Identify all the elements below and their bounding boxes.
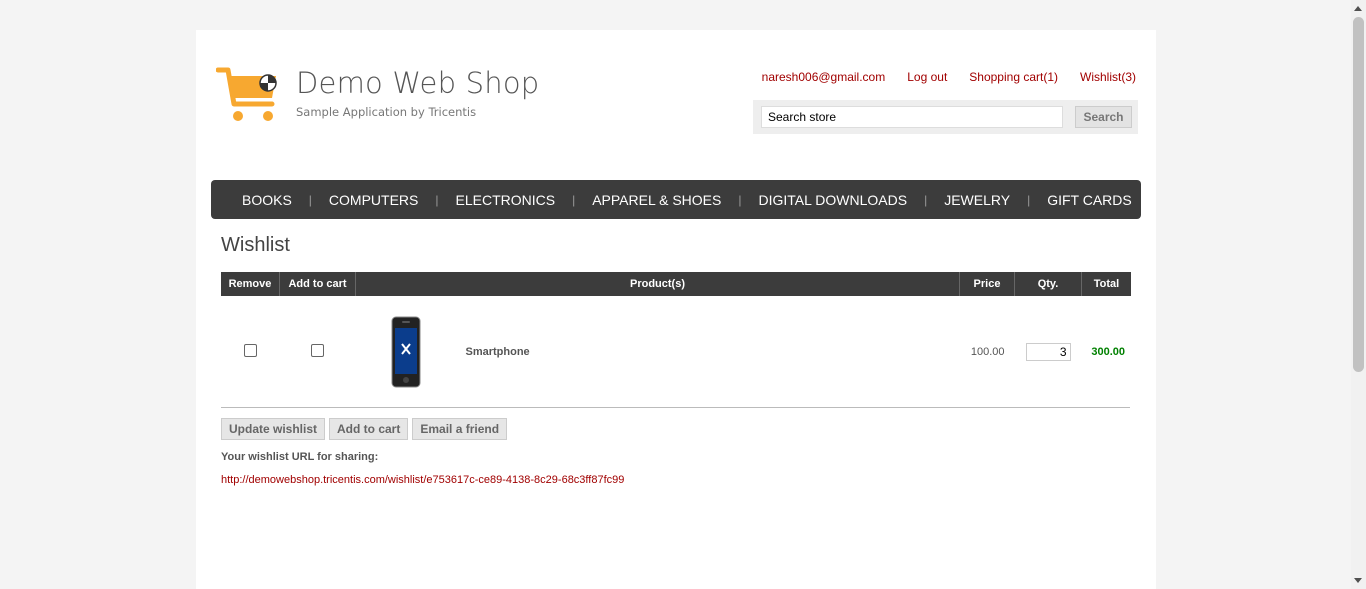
- update-wishlist-button[interactable]: Update wishlist: [221, 418, 326, 440]
- add-to-cart-checkbox[interactable]: [311, 344, 324, 357]
- column-header-products: Product(s): [355, 272, 960, 296]
- header-links: naresh006@gmail.com Log out Shopping car…: [762, 70, 1136, 84]
- shopping-cart-logo-icon[interactable]: [216, 66, 282, 124]
- scrollbar-thumb[interactable]: [1353, 17, 1364, 372]
- search-button[interactable]: Search: [1075, 106, 1132, 128]
- smartphone-product-image[interactable]: [391, 316, 421, 388]
- page-scrollbar[interactable]: [1351, 0, 1366, 589]
- remove-checkbox[interactable]: [243, 344, 257, 357]
- menu-separator: |: [1027, 192, 1031, 207]
- share-url-link[interactable]: http://demowebshop.tricentis.com/wishlis…: [221, 474, 624, 486]
- menu-separator: |: [308, 192, 312, 207]
- search-input[interactable]: Search store: [761, 106, 1063, 128]
- search-box: Search store Search: [753, 100, 1138, 134]
- wishlist-actions: Update wishlist Add to cart Email a frie…: [221, 418, 508, 440]
- menu-item-jewelry[interactable]: JEWELRY: [944, 192, 1010, 208]
- product-total: 300.00: [1091, 346, 1125, 358]
- menu-item-digital-downloads[interactable]: DIGITAL DOWNLOADS: [759, 192, 908, 208]
- product-name-link[interactable]: Smartphone: [466, 346, 530, 358]
- account-email-link[interactable]: naresh006@gmail.com: [762, 70, 886, 84]
- column-header-add-to-cart: Add to cart: [279, 272, 356, 296]
- quantity-input[interactable]: 3: [1025, 343, 1071, 361]
- divider: [221, 407, 1130, 408]
- add-to-cart-button[interactable]: Add to cart: [329, 418, 409, 440]
- share-url-label: Your wishlist URL for sharing:: [221, 451, 379, 463]
- table-row: Smartphone 100.00 3 300.00: [221, 296, 1131, 408]
- menu-item-apparel-shoes[interactable]: APPAREL & SHOES: [592, 192, 721, 208]
- menu-item-electronics[interactable]: ELECTRONICS: [456, 192, 556, 208]
- logo-title[interactable]: Demo Web Shop: [296, 66, 539, 100]
- top-menu: BOOKS | COMPUTERS | ELECTRONICS | APPARE…: [211, 180, 1141, 219]
- page-title: Wishlist: [221, 234, 290, 256]
- menu-item-gift-cards[interactable]: GIFT CARDS: [1047, 192, 1132, 208]
- product-price: 100.00: [970, 346, 1005, 358]
- email-a-friend-button[interactable]: Email a friend: [412, 418, 508, 440]
- page-container: Demo Web Shop Sample Application by Tric…: [196, 30, 1156, 589]
- menu-separator: |: [435, 192, 439, 207]
- logo-subtitle: Sample Application by Tricentis: [296, 105, 477, 119]
- column-header-qty: Qty.: [1014, 272, 1082, 296]
- menu-item-books[interactable]: BOOKS: [242, 192, 292, 208]
- wishlist-table: Remove Add to cart Product(s) Price Qty.…: [221, 272, 1131, 408]
- logout-link[interactable]: Log out: [907, 70, 947, 84]
- menu-separator: |: [738, 192, 742, 207]
- menu-separator: |: [924, 192, 928, 207]
- column-header-price: Price: [959, 272, 1015, 296]
- menu-separator: |: [572, 192, 576, 207]
- column-header-total: Total: [1081, 272, 1131, 296]
- wishlist-link[interactable]: Wishlist(3): [1080, 70, 1136, 84]
- shopping-cart-link[interactable]: Shopping cart(1): [969, 70, 1058, 84]
- scroll-up-arrow-icon[interactable]: [1354, 6, 1362, 11]
- menu-item-computers[interactable]: COMPUTERS: [329, 192, 418, 208]
- scroll-down-arrow-icon[interactable]: [1354, 578, 1362, 583]
- column-header-remove: Remove: [221, 272, 280, 296]
